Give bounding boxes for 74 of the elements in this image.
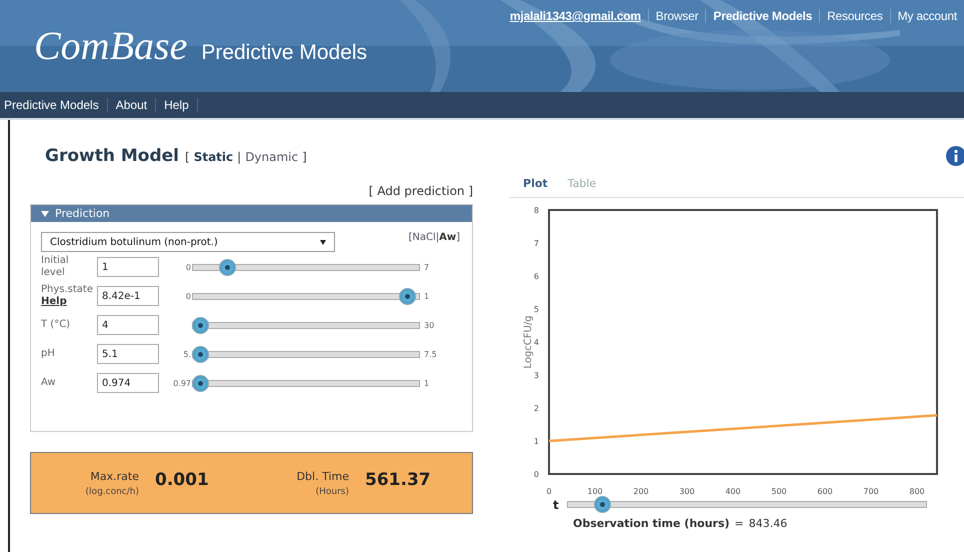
caret-icon: [320, 240, 326, 244]
observation-label: Observation time (hours): [573, 517, 730, 530]
slider-min-label: 0: [186, 292, 191, 300]
bracket: [: [408, 232, 412, 243]
view-tab[interactable]: Plot: [523, 177, 548, 197]
slider[interactable]: [192, 316, 420, 334]
slider-min-label: 0: [186, 262, 191, 272]
result-label: Dbl. Time: [296, 470, 349, 482]
slider-max-label: 1: [423, 292, 430, 300]
slider-thumb[interactable]: [594, 496, 612, 513]
top-nav-link[interactable]: Resources: [819, 9, 890, 23]
help-link[interactable]: Help: [41, 296, 91, 308]
slider[interactable]: [192, 374, 420, 392]
slider-thumb[interactable]: [398, 288, 416, 304]
parameter-label: Aw: [41, 377, 57, 389]
parameter-label: T (°C): [41, 319, 72, 331]
result-value: 561.37: [365, 470, 432, 490]
top-nav-link[interactable]: My account: [890, 9, 964, 23]
bracket: ]: [456, 232, 460, 243]
nav-link[interactable]: Help: [156, 98, 198, 112]
logo[interactable]: ComBase: [34, 22, 188, 69]
nav-link[interactable]: About: [108, 98, 156, 112]
result-label: Max.rate: [90, 470, 139, 482]
organism-dropdown[interactable]: Clostridium botulinum (non-prot.): [41, 232, 335, 252]
slider-max-label: 1: [423, 378, 430, 388]
parameter-label: pH: [41, 348, 56, 360]
time-slider-label: t: [553, 498, 559, 512]
slider-min-label: 5.: [183, 350, 191, 358]
separator: |: [237, 150, 242, 164]
slider-thumb[interactable]: [192, 374, 209, 392]
parameter-input[interactable]: 1: [97, 257, 159, 277]
parameter-label: Initial level: [41, 255, 70, 279]
nav-link[interactable]: Predictive Models: [0, 98, 108, 112]
page-title: Growth Model: [45, 146, 179, 166]
triangle-icon: [41, 210, 49, 216]
result-value: 0.001: [155, 470, 210, 490]
parameter-input[interactable]: 0.974: [97, 373, 159, 393]
mode-link[interactable]: Dynamic: [245, 150, 298, 164]
top-nav-link[interactable]: mjalali1343@gmail.com: [502, 9, 648, 23]
result-unit: (Hours): [316, 486, 349, 496]
y-axis-label: LogcCFU/g: [523, 315, 534, 369]
site-subtitle: Predictive Models: [201, 41, 368, 65]
info-icon[interactable]: [946, 146, 964, 166]
y-axis: 0 1 2 3 4 5 6 7 8: [534, 206, 540, 479]
slider[interactable]: [192, 346, 420, 362]
slider-thumb[interactable]: [219, 258, 236, 276]
parameter-input[interactable]: 8.42e-1: [97, 286, 159, 306]
slider[interactable]: [192, 288, 420, 304]
slider-min-label: 0.97: [173, 378, 191, 388]
slider-thumb[interactable]: [192, 346, 209, 362]
slider[interactable]: [192, 258, 420, 276]
slider-max-label: 7: [423, 262, 430, 272]
top-nav-link[interactable]: Predictive Models: [705, 9, 820, 23]
factor-link[interactable]: Aw: [439, 232, 456, 243]
factor-link[interactable]: NaCl: [412, 232, 436, 243]
equals-sign: =: [734, 517, 744, 530]
slider-max-label: 7.5: [423, 350, 437, 358]
panel-title: Prediction: [55, 207, 110, 220]
bracket: ]: [302, 150, 307, 164]
slider-max-label: 30: [423, 320, 434, 330]
separator: |: [436, 232, 440, 243]
mode-link[interactable]: Static: [194, 150, 234, 164]
parameter-label: Phys.state: [41, 284, 91, 296]
slider[interactable]: [566, 496, 927, 513]
panel-header[interactable]: Prediction: [31, 205, 472, 222]
bracket: [: [185, 150, 190, 164]
add-prediction-link[interactable]: [ Add prediction ]: [368, 184, 474, 198]
parameter-input[interactable]: 5.1: [97, 344, 159, 364]
x-axis: 0 100 200 300 400 500 600 700 800: [546, 487, 925, 496]
parameter-input[interactable]: 4: [97, 315, 159, 335]
slider-thumb[interactable]: [192, 316, 209, 334]
result-unit: (log.conc/h): [86, 486, 139, 496]
observation-value: 843.46: [748, 517, 788, 530]
top-nav-link[interactable]: Browser: [648, 9, 706, 23]
